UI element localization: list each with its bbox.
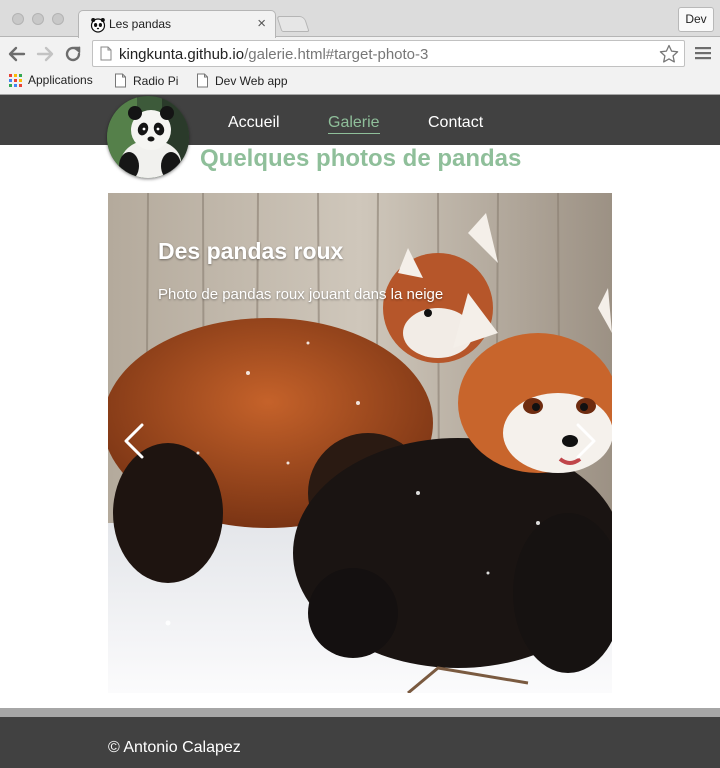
slide-caption: Photo de pandas roux jouant dans la neig… — [158, 286, 444, 303]
address-bar[interactable]: kingkunta.github.io/galerie.html#target-… — [92, 40, 685, 67]
profile-button[interactable]: Dev — [678, 7, 714, 32]
tab-close-button[interactable]: × — [257, 15, 266, 33]
hamburger-menu-icon[interactable] — [695, 46, 711, 60]
bookmark-dev-web-app[interactable]: Dev Web app — [196, 73, 288, 88]
footer-copyright: © Antonio Calapez — [108, 739, 241, 756]
nav-link-accueil[interactable]: Accueil — [228, 114, 280, 132]
browser-chrome: Les pandas × Dev kingkunta.github.io/gal… — [0, 0, 720, 95]
bookmark-radio-pi[interactable]: Radio Pi — [114, 73, 178, 88]
bookmark-applications[interactable]: Applications — [9, 73, 93, 87]
minimize-window-button[interactable] — [32, 13, 44, 25]
nav-link-contact[interactable]: Contact — [428, 114, 483, 132]
photo-carousel[interactable]: Des pandas roux Photo de pandas roux jou… — [108, 193, 612, 693]
bookmark-star-icon[interactable] — [658, 43, 680, 65]
chevron-right-icon[interactable] — [574, 423, 598, 459]
bookmark-label: Dev Web app — [215, 73, 288, 88]
chevron-left-icon[interactable] — [122, 423, 146, 459]
page-title: Quelques photos de pandas — [200, 145, 522, 172]
nav-link-galerie[interactable]: Galerie — [328, 114, 380, 134]
footer-band — [0, 708, 720, 717]
new-tab-button[interactable] — [276, 16, 310, 32]
bookmark-label: Radio Pi — [133, 73, 179, 88]
url-host: kingkunta.github.io — [119, 46, 245, 63]
slide-title: Des pandas roux — [158, 238, 344, 264]
page-icon — [115, 73, 126, 88]
red-pandas-photo — [108, 193, 612, 693]
back-arrow-icon[interactable] — [6, 43, 28, 65]
tab-title: Les pandas — [109, 17, 172, 31]
tab-strip: Les pandas × Dev — [0, 0, 720, 38]
panda-logo-image — [107, 96, 189, 178]
panda-logo[interactable] — [107, 96, 189, 178]
zoom-window-button[interactable] — [52, 13, 64, 25]
close-window-button[interactable] — [12, 13, 24, 25]
url-text: kingkunta.github.io/galerie.html#target-… — [119, 46, 428, 63]
forward-arrow-icon[interactable] — [34, 43, 56, 65]
bookmarks-bar: Applications Radio Pi Dev Web app — [0, 70, 720, 94]
site-footer: © Antonio Calapez — [0, 717, 720, 768]
reload-icon[interactable] — [62, 43, 84, 65]
panda-favicon-icon — [90, 18, 106, 33]
browser-tab[interactable]: Les pandas × — [78, 10, 276, 38]
bookmark-label: Applications — [28, 73, 93, 87]
page-icon — [197, 73, 208, 88]
page-icon — [100, 46, 112, 61]
apps-grid-icon — [9, 73, 22, 87]
url-path: /galerie.html#target-photo-3 — [244, 46, 429, 63]
